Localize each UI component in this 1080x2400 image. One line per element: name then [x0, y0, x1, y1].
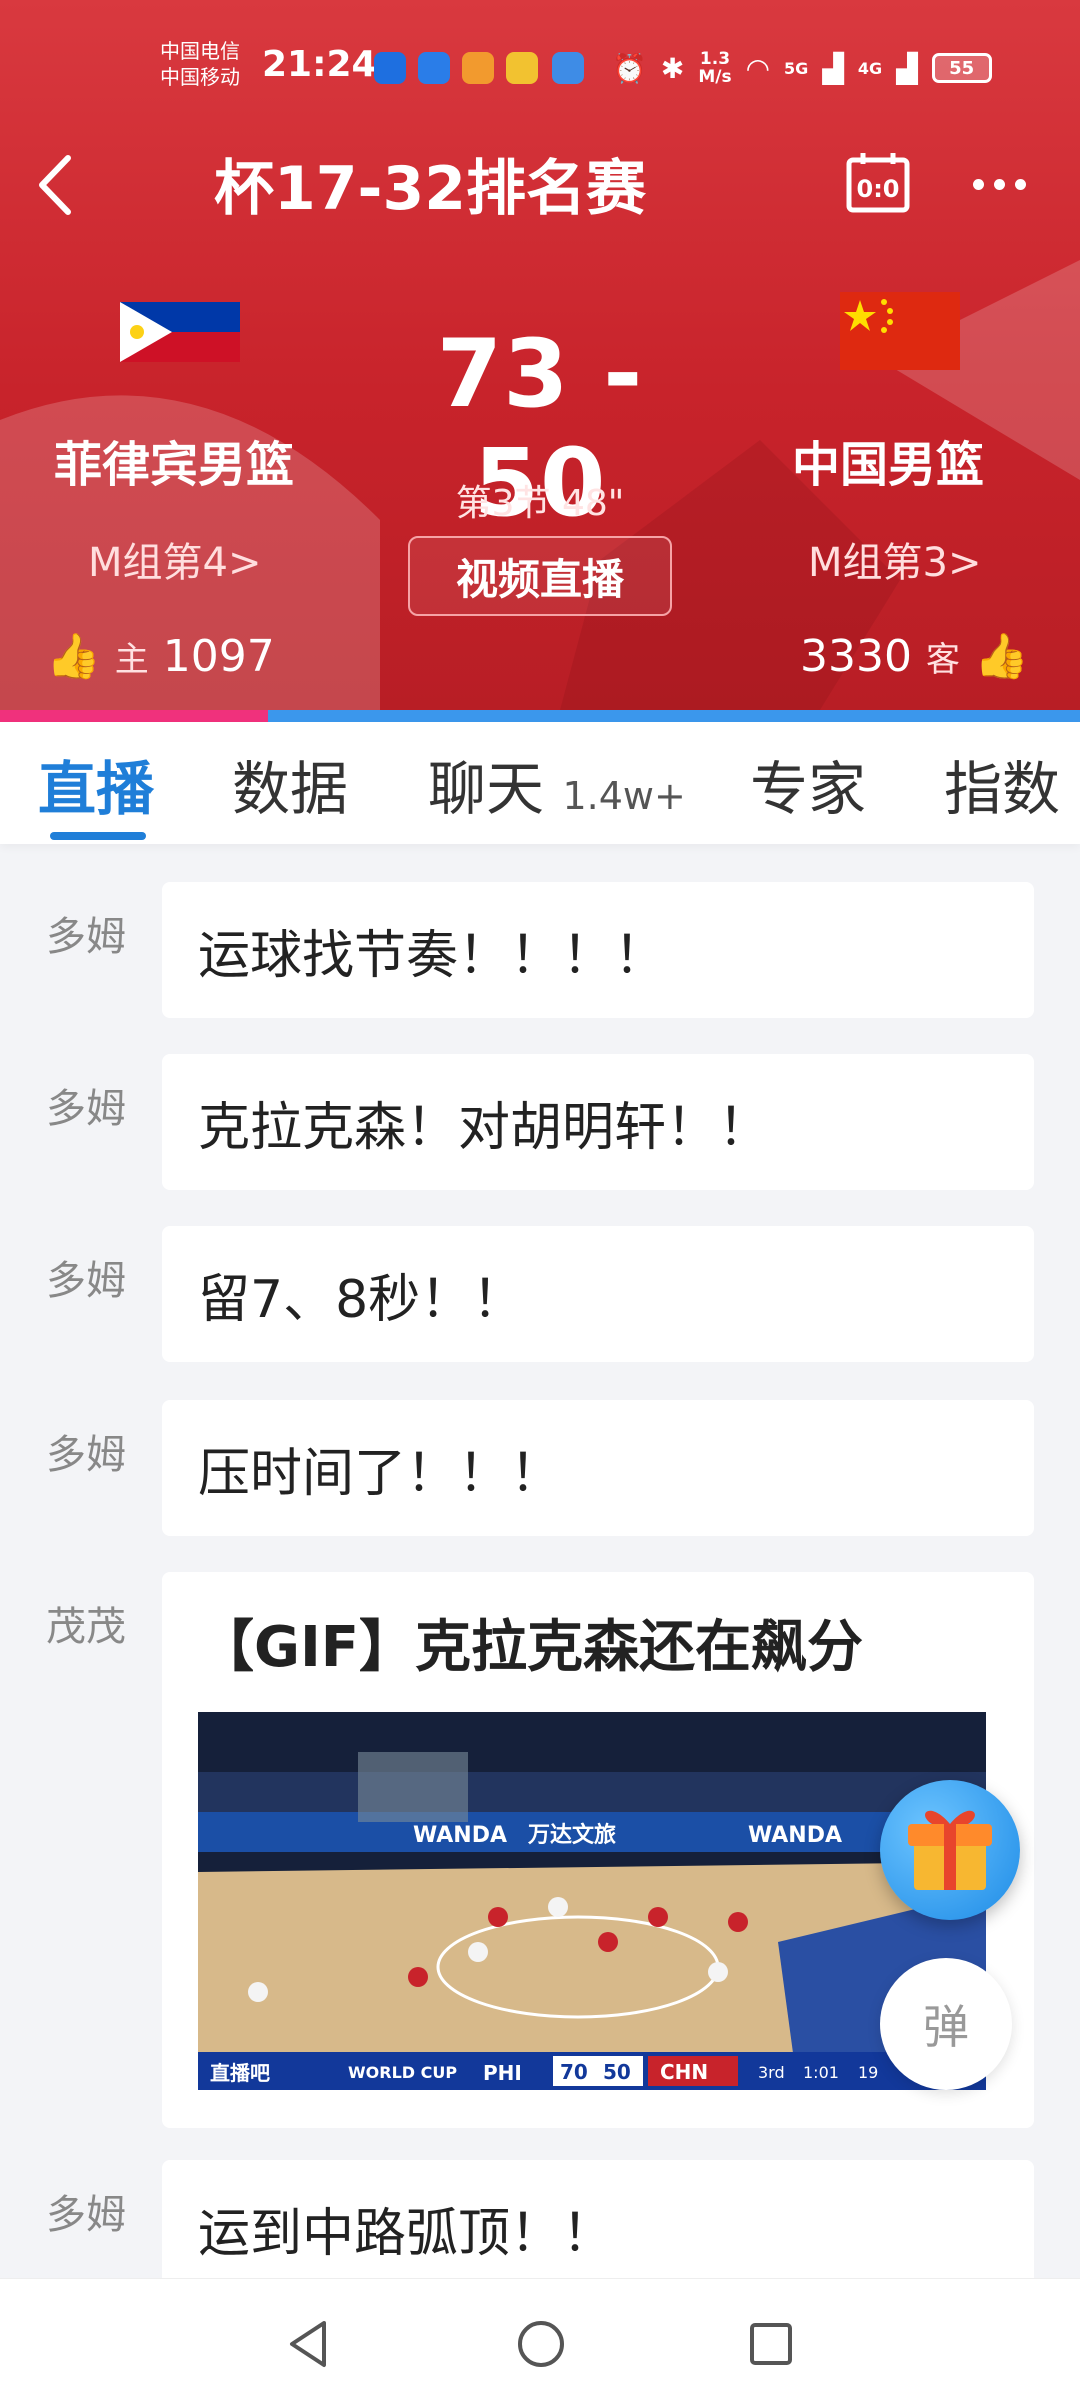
message-author: 多姆: [46, 1258, 126, 1304]
nav-recents-icon[interactable]: [748, 2321, 794, 2367]
message-author: 茂茂: [46, 1604, 126, 1650]
away-support-bar: [268, 710, 1080, 722]
signal-1-icon: ▟: [822, 51, 844, 85]
gift-icon[interactable]: [880, 1780, 1020, 1920]
ad-banner: 万达文旅: [527, 1822, 616, 1848]
nav-back-icon[interactable]: [286, 2319, 330, 2369]
scorebug-away: CHN: [660, 2060, 708, 2084]
status-icons: ⏰ ✱ 1.3 M/s ◠ 5G ▟ 4G ▟ 55: [612, 46, 992, 90]
match-header: 中国电信 中国移动 21:24 ⏰ ✱ 1.3 M/s ◠ 5G ▟ 4G ▟ …: [0, 0, 1080, 710]
away-like-count: 3330: [800, 630, 912, 682]
scorebug-home: PHI: [483, 2061, 522, 2085]
gif-video-frame[interactable]: WANDA 万达文旅 WANDA 直播吧 WORLD CUP PHI 70 50: [198, 1712, 986, 2090]
tab-chat[interactable]: 聊天 1.4w+: [428, 742, 686, 826]
active-tab-indicator: [50, 832, 146, 840]
tab-live[interactable]: 直播: [38, 742, 154, 826]
carrier-2: 中国移动: [160, 65, 240, 89]
tab-odds[interactable]: 指数: [944, 742, 1060, 826]
message-text: 克拉克森！对胡明轩！！: [162, 1054, 1034, 1190]
more-icon[interactable]: [973, 175, 1036, 194]
message-author: 多姆: [46, 914, 126, 960]
message-text: 运到中路弧顶！！: [162, 2160, 1034, 2278]
carrier-labels: 中国电信 中国移动: [160, 38, 240, 90]
message-text: 运球找节奏！！！！: [162, 882, 1034, 1018]
carrier-1: 中国电信: [160, 39, 240, 63]
home-support-bar: [0, 710, 268, 722]
tab-bar: 直播 数据 聊天 1.4w+ 专家 指数: [0, 722, 1080, 844]
alarm-icon: ⏰: [612, 51, 647, 85]
tab-stats[interactable]: 数据: [232, 742, 348, 826]
message-author: 多姆: [46, 1432, 126, 1478]
china-flag: [840, 292, 960, 370]
home-like-count: 1097: [162, 630, 275, 682]
message-text: 留7、8秒！！: [162, 1226, 1034, 1362]
danmu-toggle-button[interactable]: 弹: [880, 1958, 1012, 2090]
ad-banner: WANDA: [413, 1823, 507, 1848]
scoreboard-icon[interactable]: 0:0: [845, 150, 911, 216]
shield-app-icon: [374, 52, 406, 84]
svg-text:0:0: 0:0: [857, 175, 900, 203]
thumbs-up-icon: 👍: [973, 631, 1029, 682]
home-team-name[interactable]: 菲律宾男篮: [54, 425, 294, 495]
scorebug-event: WORLD CUP: [348, 2063, 457, 2082]
page-title: 杯17-32排名赛: [214, 154, 646, 224]
scorebug-brand: 直播吧: [210, 2061, 270, 2085]
away-like-button[interactable]: 3330 客 👍: [800, 630, 1029, 683]
scorebug-quarter: 3rd: [758, 2063, 785, 2082]
sim2-type: 4G: [857, 58, 883, 78]
philippines-flag: [120, 302, 240, 362]
store-app-icon: [506, 52, 538, 84]
message-text: 压时间了！！！: [162, 1400, 1034, 1536]
signal-2-icon: ▟: [896, 51, 918, 85]
away-team-name[interactable]: 中国男篮: [792, 425, 984, 495]
play-app-icon: [462, 52, 494, 84]
home-group-rank[interactable]: M组第4>: [88, 530, 261, 588]
chat-count-badge: 1.4w+: [562, 774, 686, 818]
basketball-court-image: WANDA 万达文旅 WANDA 直播吧 WORLD CUP PHI 70 50: [198, 1712, 986, 2090]
eight-app-icon: [418, 52, 450, 84]
scorebug-clock: 1:01: [803, 2063, 839, 2082]
match-period: 第3节 48": [455, 483, 625, 524]
message-author: 多姆: [46, 1086, 126, 1132]
scorebug-away-score: 50: [603, 2060, 631, 2084]
thumbs-up-icon: 👍: [46, 631, 101, 682]
status-bar: 中国电信 中国移动 21:24 ⏰ ✱ 1.3 M/s ◠ 5G ▟ 4G ▟ …: [0, 0, 1080, 130]
tab-experts[interactable]: 专家: [750, 742, 866, 826]
sim1-type: 5G: [784, 58, 809, 78]
ad-banner: WANDA: [748, 1823, 842, 1848]
battery-icon: 55: [931, 53, 992, 83]
home-like-button[interactable]: 👍 主 1097: [46, 630, 275, 683]
net-speed: 1.3 M/s: [698, 49, 732, 87]
gif-title: 【GIF】克拉克森还在飙分: [198, 1615, 864, 1680]
video-live-button[interactable]: 视频直播: [408, 536, 672, 616]
away-group-rank[interactable]: M组第3>: [808, 530, 981, 588]
system-nav-bar: [0, 2278, 1080, 2400]
browser-app-icon: [552, 52, 584, 84]
scorebug-shot-clock: 19: [858, 2063, 878, 2082]
wifi-icon: ◠: [745, 51, 771, 85]
message-author: 多姆: [46, 2192, 126, 2238]
status-time: 21:24: [262, 44, 377, 85]
nav-home-icon[interactable]: [516, 2319, 566, 2369]
bluetooth-icon: ✱: [660, 51, 685, 85]
scorebug-home-score: 70: [560, 2060, 588, 2084]
